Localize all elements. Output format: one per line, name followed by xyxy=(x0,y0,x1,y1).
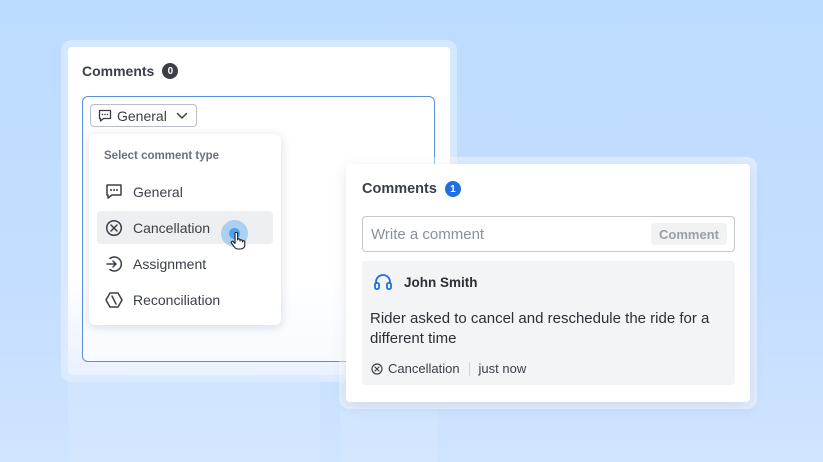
menu-item-label: Cancellation xyxy=(133,219,211,236)
comment-type-select[interactable]: General xyxy=(90,104,197,127)
comment-body: Rider asked to cancel and reschedule the… xyxy=(370,310,710,347)
headset-icon xyxy=(374,274,392,290)
menu-item-label: General xyxy=(133,183,183,200)
assign-icon xyxy=(106,255,123,272)
background-panel-left xyxy=(68,382,320,462)
comment-count-badge: 1 xyxy=(444,181,461,197)
card-header: Comments 0 xyxy=(82,63,179,79)
comment-type-tag: Cancellation xyxy=(388,361,460,376)
card-header: Comments 1 xyxy=(362,181,461,197)
comment-entry: John Smith Rider asked to cancel and res… xyxy=(362,261,735,385)
menu-item-assignment[interactable]: Assignment xyxy=(97,247,273,280)
submit-comment-button[interactable]: Comment xyxy=(651,223,727,245)
background-panel-right xyxy=(340,409,438,462)
comment-count-badge: 0 xyxy=(162,63,179,79)
reconcile-icon xyxy=(105,291,123,308)
dropdown-heading: Select comment type xyxy=(104,150,220,162)
comment-meta: Cancellation just now xyxy=(371,361,526,376)
chat-icon xyxy=(98,109,112,122)
comment-input[interactable] xyxy=(371,224,641,244)
comment-input-box: Comment xyxy=(362,216,735,252)
menu-item-general[interactable]: General xyxy=(97,175,273,208)
comment-author-row: John Smith xyxy=(373,272,478,292)
chat-icon xyxy=(106,184,122,199)
comment-timestamp: just now xyxy=(478,361,527,376)
menu-item-reconciliation[interactable]: Reconciliation xyxy=(97,283,273,316)
comment-type-select-label: General xyxy=(117,107,167,124)
hand-pointer-icon xyxy=(230,232,246,250)
comments-card-right: Comments 1 Comment John Smith Rider aske… xyxy=(346,164,750,402)
card-title: Comments xyxy=(82,63,155,79)
comment-type-dropdown: Select comment type General Cancellation… xyxy=(89,134,281,325)
x-circle-icon xyxy=(105,219,123,236)
comment-author-name: John Smith xyxy=(404,274,478,290)
meta-divider xyxy=(468,361,470,376)
chevron-down-icon xyxy=(176,112,188,119)
x-circle-icon xyxy=(371,362,383,375)
menu-item-label: Reconciliation xyxy=(133,291,221,308)
card-title: Comments xyxy=(362,181,437,197)
menu-item-label: Assignment xyxy=(133,255,207,272)
